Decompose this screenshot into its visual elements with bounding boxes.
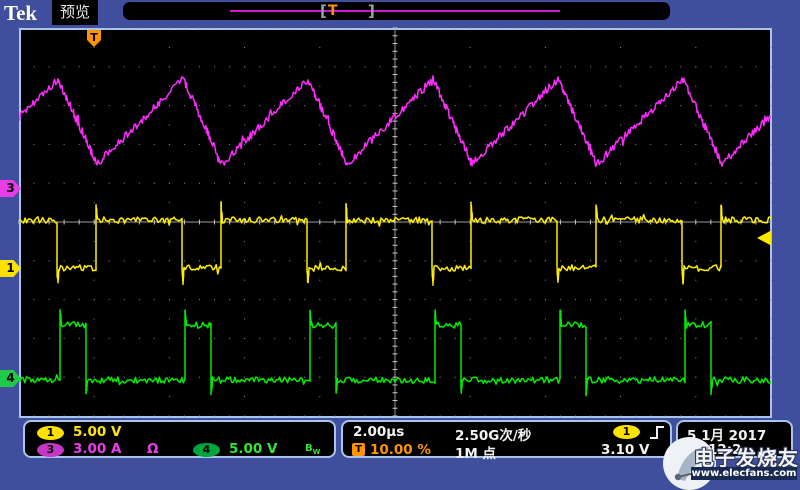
trigger-position-icon: T	[352, 443, 365, 456]
watermark-url: www.elecfans.com	[691, 467, 797, 480]
record-trigger-marker: T	[328, 3, 338, 19]
date-label: 5 1月 2017	[687, 428, 767, 444]
date-time-panel: 5 1月 2017 12:2	[676, 420, 793, 458]
tek-logo: Tek	[4, 1, 38, 25]
ch4-scale: 5.00 V	[229, 441, 278, 457]
ch4-reference-marker: 4	[0, 370, 21, 387]
record-waveform-line	[230, 10, 560, 12]
record-window-open-bracket: [	[320, 2, 327, 20]
horizontal-trigger-panel: 2.00μs T 10.00 % 2.50G次/秒 1M 点 1 3.10 V	[341, 420, 672, 462]
record-length: 1M 点	[455, 446, 497, 462]
sample-rate: 2.50G次/秒	[455, 428, 532, 444]
record-window-close-bracket: ]	[368, 2, 375, 20]
ch3-impedance-indicator: Ω	[147, 441, 159, 457]
acquisition-status: 预览	[52, 0, 98, 25]
ch3-reference-marker: 3	[0, 180, 21, 197]
rising-edge-icon	[650, 426, 664, 439]
ch1-reference-marker: 1	[0, 260, 21, 277]
horizontal-scale: 2.00μs	[353, 424, 405, 440]
ch3-badge: 3	[37, 443, 64, 457]
ch3-scale: 3.00 A	[73, 441, 122, 457]
ch1-scale: 5.00 V	[73, 424, 122, 440]
ch4-badge: 4	[193, 443, 220, 457]
ch4-bandwidth-limit-icon: BW	[305, 443, 321, 456]
trigger-source-badge: 1	[613, 425, 640, 439]
time-label: 12:2	[708, 442, 742, 458]
trigger-position-percent: 10.00 %	[370, 442, 431, 458]
record-view-strip: [ T ]	[123, 2, 670, 20]
ch1-badge: 1	[37, 426, 64, 440]
trigger-level: 3.10 V	[601, 442, 650, 458]
channel-scale-panel: 1 5.00 V 3 3.00 A Ω 4 5.00 V BW	[23, 420, 336, 458]
waveform-display	[19, 28, 772, 418]
